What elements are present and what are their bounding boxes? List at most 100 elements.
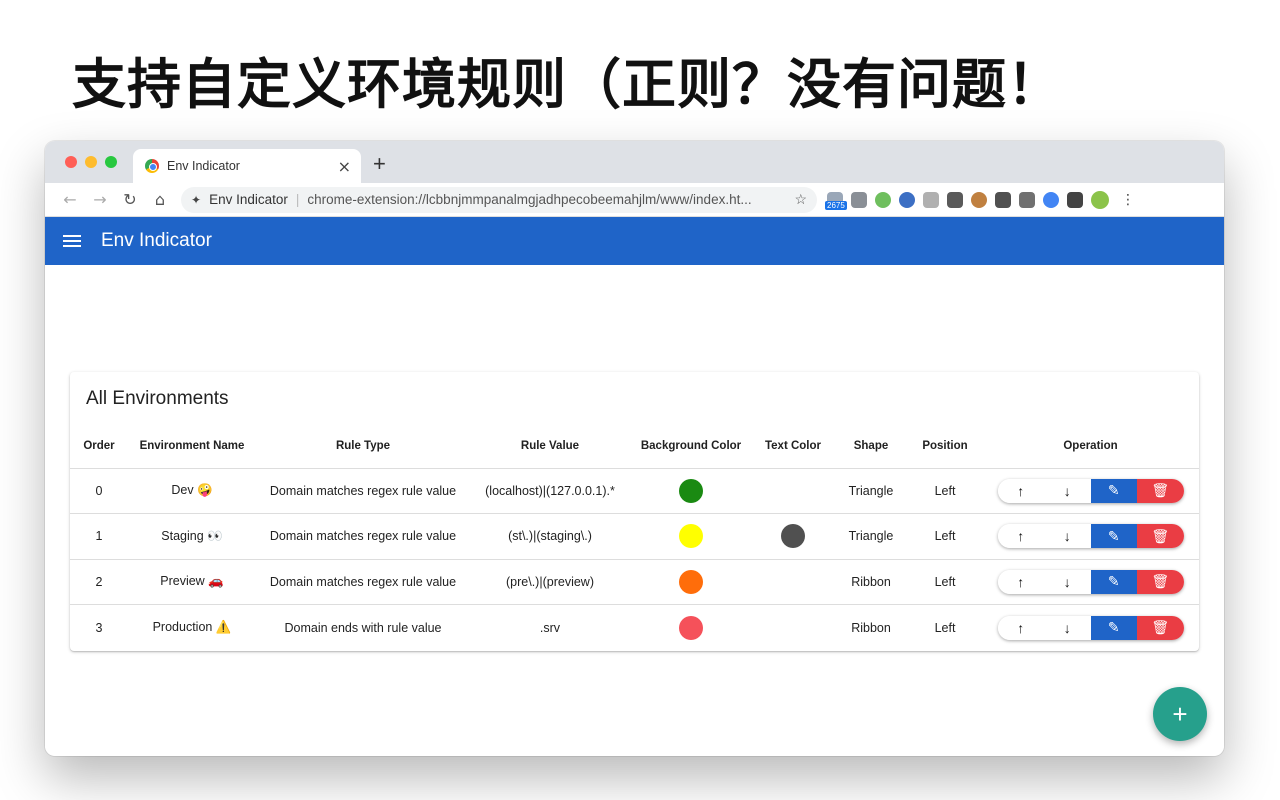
cell-rule-value: (pre\.)|(preview) xyxy=(470,559,630,605)
window-controls xyxy=(65,156,117,168)
header-rule-type: Rule Type xyxy=(256,424,470,468)
delete-button[interactable]: 🗑 xyxy=(1137,524,1184,548)
operation-button-group: ↑ ↓ ✎ 🗑 xyxy=(998,616,1184,640)
trash-icon: 🗑 xyxy=(1151,482,1169,499)
move-up-button[interactable]: ↑ xyxy=(998,616,1045,640)
window-extension-icon[interactable] xyxy=(995,192,1011,208)
cell-position: Left xyxy=(908,605,982,651)
trash-icon: 🗑 xyxy=(1151,619,1169,636)
edit-button[interactable]: ✎ xyxy=(1091,524,1138,548)
cell-shape: Triangle xyxy=(834,514,908,560)
cell-operation: ↑ ↓ ✎ 🗑 xyxy=(982,468,1199,514)
header-environment-name: Environment Name xyxy=(128,424,256,468)
forward-icon[interactable]: → xyxy=(85,190,115,209)
home-icon[interactable]: ⌂ xyxy=(145,190,175,209)
table-row: 0Dev 🤪Domain matches regex rule value(lo… xyxy=(70,468,1199,514)
card-title: All Environments xyxy=(86,388,229,410)
blue-extension-icon[interactable] xyxy=(899,192,915,208)
active-tab[interactable]: Env Indicator × xyxy=(133,149,361,183)
chrome-extension-icon[interactable] xyxy=(1043,192,1059,208)
shield-extension-icon[interactable] xyxy=(923,192,939,208)
browser-window: Env Indicator × + ← → ↻ ⌂ ✦ Env Indicato… xyxy=(45,141,1224,756)
edit-button[interactable]: ✎ xyxy=(1091,616,1138,640)
page-headline: 支持自定义环境规则（正则？没有问题！ xyxy=(72,40,1062,119)
cell-environment-name: Staging 👀 xyxy=(128,514,256,560)
green-extension-icon[interactable] xyxy=(875,192,891,208)
bookmark-star-icon[interactable]: ☆ xyxy=(794,191,807,208)
browser-menu-icon[interactable]: ⋮ xyxy=(1121,192,1135,208)
background-color-swatch xyxy=(679,479,703,503)
extension-icon-1[interactable]: 2675 xyxy=(827,192,843,208)
move-up-button[interactable]: ↑ xyxy=(998,479,1045,503)
app-title: Env Indicator xyxy=(101,230,212,252)
extension-badge-count: 2675 xyxy=(825,201,847,210)
vue-extension-icon[interactable] xyxy=(1019,192,1035,208)
mail-extension-icon[interactable] xyxy=(851,192,867,208)
ublock-extension-icon[interactable] xyxy=(947,192,963,208)
trash-icon: 🗑 xyxy=(1151,573,1169,590)
move-up-button[interactable]: ↑ xyxy=(998,570,1045,594)
cell-order: 1 xyxy=(70,514,128,560)
table-row: 3Production ⚠️Domain ends with rule valu… xyxy=(70,605,1199,651)
reload-icon[interactable]: ↻ xyxy=(115,190,145,209)
back-icon[interactable]: ← xyxy=(55,190,85,209)
trash-icon: 🗑 xyxy=(1151,528,1169,545)
arrow-up-icon: ↑ xyxy=(1017,620,1024,636)
arrow-up-icon: ↑ xyxy=(1017,528,1024,544)
cell-rule-type: Domain matches regex rule value xyxy=(256,468,470,514)
cell-operation: ↑ ↓ ✎ 🗑 xyxy=(982,605,1199,651)
extensions-area: 2675 ⋮ xyxy=(827,191,1135,209)
pencil-icon: ✎ xyxy=(1108,573,1120,590)
maximize-window-button[interactable] xyxy=(105,156,117,168)
extensions-puzzle-icon[interactable] xyxy=(1067,192,1083,208)
cell-environment-name: Dev 🤪 xyxy=(128,468,256,514)
cell-rule-value: .srv xyxy=(470,605,630,651)
cookie-extension-icon[interactable] xyxy=(971,192,987,208)
arrow-down-icon: ↓ xyxy=(1064,483,1071,499)
table-row: 2Preview 🚗Domain matches regex rule valu… xyxy=(70,559,1199,605)
edit-button[interactable]: ✎ xyxy=(1091,570,1138,594)
move-up-button[interactable]: ↑ xyxy=(998,524,1045,548)
cell-rule-type: Domain matches regex rule value xyxy=(256,514,470,560)
cell-text-color xyxy=(752,514,834,560)
move-down-button[interactable]: ↓ xyxy=(1044,479,1091,503)
chrome-favicon-icon xyxy=(145,159,159,173)
move-down-button[interactable]: ↓ xyxy=(1044,570,1091,594)
browser-toolbar: ← → ↻ ⌂ ✦ Env Indicator | chrome-extensi… xyxy=(45,183,1224,217)
tab-bar: Env Indicator × + xyxy=(45,141,1224,183)
move-down-button[interactable]: ↓ xyxy=(1044,616,1091,640)
page-content: All Environments Order Environment Name … xyxy=(45,265,1224,755)
profile-avatar[interactable] xyxy=(1091,191,1109,209)
minimize-window-button[interactable] xyxy=(85,156,97,168)
cell-operation: ↑ ↓✎ 🗑 xyxy=(982,514,1199,560)
omnibox-divider: | xyxy=(296,192,300,207)
cell-order: 0 xyxy=(70,468,128,514)
cell-position: Left xyxy=(908,514,982,560)
delete-button[interactable]: 🗑 xyxy=(1137,570,1184,594)
cell-text-color xyxy=(752,559,834,605)
background-color-swatch xyxy=(679,524,703,548)
tab-title: Env Indicator xyxy=(167,159,338,173)
edit-button[interactable]: ✎ xyxy=(1091,479,1138,503)
cell-order: 2 xyxy=(70,559,128,605)
delete-button[interactable]: 🗑 xyxy=(1137,479,1184,503)
menu-hamburger-icon[interactable] xyxy=(63,235,81,247)
cell-background-color xyxy=(630,559,752,605)
environments-card: All Environments Order Environment Name … xyxy=(70,372,1199,651)
header-rule-value: Rule Value xyxy=(470,424,630,468)
environments-table: Order Environment Name Rule Type Rule Va… xyxy=(70,424,1199,650)
cell-text-color xyxy=(752,605,834,651)
tab-close-icon[interactable]: × xyxy=(338,157,351,176)
add-environment-button[interactable]: + xyxy=(1153,687,1207,741)
header-position: Position xyxy=(908,424,982,468)
delete-button[interactable]: 🗑 xyxy=(1137,616,1184,640)
address-bar[interactable]: ✦ Env Indicator | chrome-extension://lcb… xyxy=(181,187,817,213)
move-down-button[interactable]: ↓ xyxy=(1044,524,1091,548)
close-window-button[interactable] xyxy=(65,156,77,168)
pencil-icon: ✎ xyxy=(1108,619,1120,636)
background-color-swatch xyxy=(679,616,703,640)
table-header-row: Order Environment Name Rule Type Rule Va… xyxy=(70,424,1199,468)
new-tab-button[interactable]: + xyxy=(373,151,386,177)
omnibox-url[interactable]: chrome-extension://lcbbnjmmpanalmgjadhpe… xyxy=(307,192,788,207)
cell-operation: ↑↓ ✎ 🗑 xyxy=(982,559,1199,605)
